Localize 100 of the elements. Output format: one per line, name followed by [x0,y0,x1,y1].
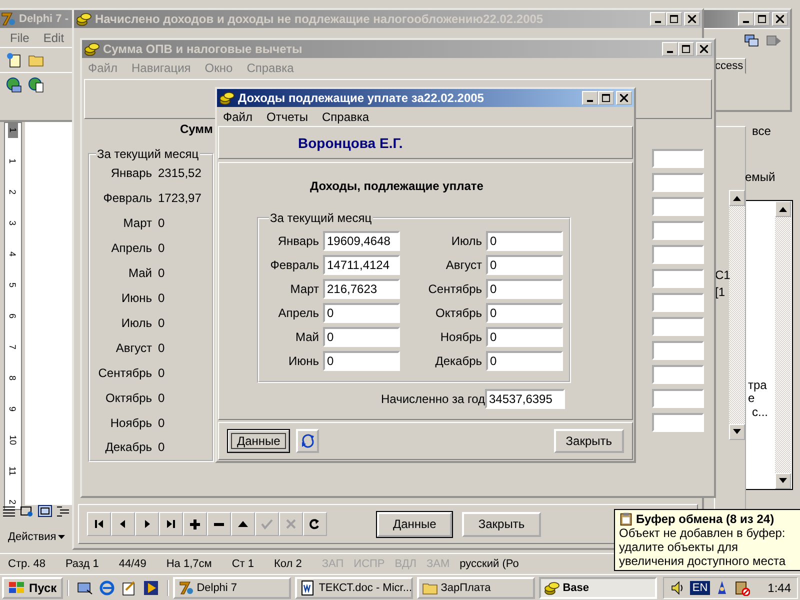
input-field[interactable] [652,365,704,384]
page-view-icon[interactable] [38,505,52,517]
up-arrow-icon [733,195,741,201]
swap-arrows-icon [300,433,316,449]
input-field[interactable]: 0 [486,255,563,275]
input-field[interactable] [652,245,704,264]
close-button[interactable] [772,12,788,26]
plus-icon [189,518,201,530]
pane-text: С1 [715,268,730,282]
input-field[interactable]: 0 [486,327,563,347]
input-field[interactable]: 19609,4648 [323,231,400,251]
normal-view-icon[interactable] [2,505,16,517]
input-field[interactable]: 0 [323,351,400,371]
close-button[interactable]: Закрыть [554,429,624,453]
ruler-number: 3 [8,220,18,226]
input-field[interactable] [652,389,704,408]
input-field[interactable] [652,293,704,312]
input-field[interactable] [652,317,704,336]
close-button[interactable] [696,42,712,56]
language-indicator[interactable]: EN [690,580,710,594]
month-value: 0 [158,440,166,454]
input-field[interactable]: 0 [323,303,400,323]
navigator-button[interactable] [159,512,183,536]
maximize-button[interactable] [598,91,614,105]
globe-icon[interactable] [6,77,22,93]
navigator-button[interactable] [87,512,111,536]
input-field[interactable] [652,197,704,216]
maximize-button[interactable] [678,42,694,56]
windows-icon[interactable] [744,33,760,49]
input-field[interactable] [652,269,704,288]
desktop-icon[interactable] [76,580,93,596]
input-field[interactable]: 0 [323,327,400,347]
globe-icon[interactable] [28,77,44,93]
navigator-button[interactable] [135,512,159,536]
input-field[interactable] [652,149,704,168]
taskbar-button[interactable]: Base [538,576,657,598]
pane-text: емый [745,170,776,184]
group-title: За текущий месяц [96,147,200,161]
minimize-button[interactable] [650,12,666,26]
close-button[interactable]: Закрыть [462,512,541,536]
close-button[interactable] [684,12,700,26]
input-field[interactable]: 14711,4124 [323,255,400,275]
input-field[interactable]: 0 [486,351,563,371]
coins-icon [84,41,100,57]
ruler-number: 2 [8,190,18,194]
scrollbar[interactable] [775,201,791,489]
input-field[interactable] [652,221,704,240]
input-field[interactable]: 0 [486,279,563,299]
input-field[interactable] [652,173,704,192]
window-title: Delphi 7 - [19,13,69,25]
menu-item[interactable]: Файл [223,110,253,124]
minimize-button[interactable] [582,91,598,105]
status-item: Кол 2 [274,558,302,570]
month-label: Февраль [269,258,319,272]
minimize-button[interactable] [662,42,678,56]
balloon-text: Объект не добавлен в буфер: удалите объекты для увеличения доступного места [619,526,786,568]
menu-item[interactable]: Справка [322,110,370,124]
status-item: Разд 1 [65,558,99,570]
month-value: 0 [158,316,166,330]
navigator-button[interactable] [207,512,231,536]
browser-icon[interactable] [98,580,115,596]
month-label: Декабрь [434,354,482,368]
taskbar-button[interactable]: ЗарПлата [416,576,535,598]
close-icon [700,45,708,53]
input-field[interactable] [652,413,704,432]
maximize-icon [670,15,678,23]
minimize-button[interactable] [738,12,754,26]
close-button[interactable] [616,91,632,105]
web-view-icon[interactable] [20,505,34,517]
last-record-icon [165,518,177,530]
navigator-button[interactable] [303,512,327,536]
maximize-button[interactable] [666,12,682,26]
data-button[interactable]: Данные [377,512,452,536]
input-field[interactable]: 0 [486,231,563,251]
clipboard-icon[interactable] [734,580,750,596]
outline-view-icon[interactable] [56,505,70,517]
menu-item[interactable]: Отчеты [266,110,308,124]
play-icon[interactable] [142,580,159,596]
actions-menu[interactable]: Действия [6,530,68,544]
navigator-button[interactable] [111,512,135,536]
maximize-button[interactable] [754,12,770,26]
data-button[interactable]: Данные [227,429,290,453]
taskbar-button[interactable]: ТЕКСТ.doc - Micr... [294,576,413,598]
start-button[interactable]: Пуск [2,576,63,598]
navigator-button[interactable] [231,512,255,536]
menu-item[interactable]: Edit [43,30,64,44]
taskbar-button[interactable]: Delphi 7 [172,576,291,598]
new-file-icon[interactable] [6,52,22,68]
navigator-button[interactable] [183,512,207,536]
close-icon [620,94,628,102]
input-field[interactable]: 216,7623 [323,279,400,299]
notepad-icon[interactable] [120,580,137,596]
menu-item[interactable]: File [10,30,30,44]
scrollbar[interactable] [729,190,745,440]
input-field[interactable] [652,341,704,360]
checkmark-icon [261,518,273,530]
link-button[interactable] [296,429,320,453]
caret-icon [58,535,66,539]
input-field[interactable]: 0 [486,303,563,323]
input-field[interactable]: 34537,6395 [485,389,565,409]
